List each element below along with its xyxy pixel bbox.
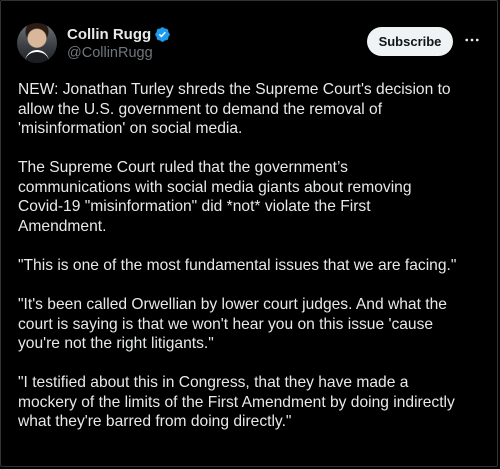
more-horizontal-icon [465,38,479,42]
tweet-card: Collin Rugg @CollinRugg Subscribe NEW: J… [0,0,498,467]
subscribe-button[interactable]: Subscribe [367,27,453,56]
author-handle[interactable]: @CollinRugg [67,45,171,61]
tweet-text: NEW: Jonathan Turley shreds the Supreme … [18,80,488,432]
tweet-paragraph: "It's been called Orwellian by lower cou… [18,295,447,353]
verified-badge-icon [155,26,170,42]
tweet-header: Collin Rugg @CollinRugg Subscribe [17,23,485,65]
more-options-icon[interactable] [461,29,483,51]
tweet-paragraph: "I testified about this in Congress, tha… [18,374,455,431]
display-name-row: Collin Rugg [67,24,171,44]
tweet-paragraph: NEW: Jonathan Turley shreds the Supreme … [18,81,451,138]
tweet-paragraph: The Supreme Court ruled that the governm… [18,159,412,235]
author-info: Collin Rugg @CollinRugg [67,24,171,61]
tweet-paragraph: "This is one of the most fundamental iss… [18,256,457,274]
author-display-name[interactable]: Collin Rugg [67,26,151,43]
author-avatar[interactable] [17,23,57,63]
